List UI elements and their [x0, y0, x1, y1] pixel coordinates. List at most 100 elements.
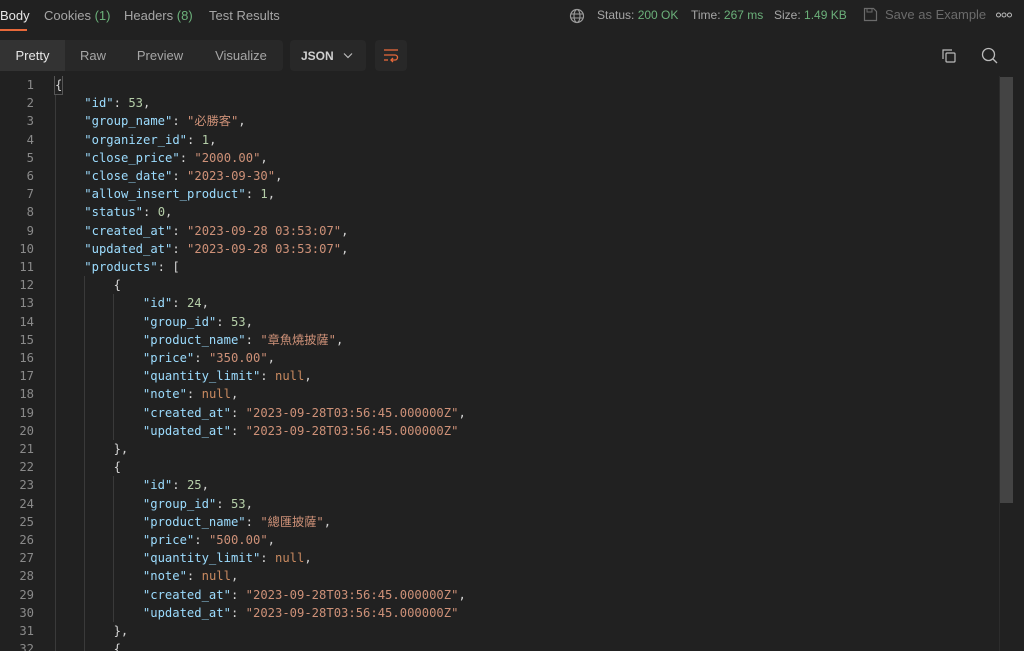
- json-string: "2023-09-28T03:56:45.000000Z": [245, 605, 459, 620]
- json-key: "price": [142, 351, 195, 365]
- json-key: "note": [142, 569, 187, 584]
- json-key: "price": [142, 533, 195, 547]
- view-raw[interactable]: Raw: [65, 40, 121, 71]
- line-number: 19: [19, 405, 34, 420]
- globe-icon[interactable]: [569, 8, 585, 24]
- view-preview[interactable]: Preview: [121, 40, 199, 71]
- code-line: 31},: [0, 622, 995, 640]
- json-punct: :: [194, 351, 209, 365]
- json-string: "2023-09-28T03:56:45.000000Z": [245, 587, 459, 602]
- json-punct: ,: [335, 332, 344, 347]
- line-number: 24: [19, 496, 34, 511]
- json-punct: ,: [267, 351, 275, 365]
- line-number: 29: [19, 587, 34, 602]
- scrollbar-thumb[interactable]: [1000, 77, 1013, 503]
- json-number: 0: [157, 205, 166, 220]
- json-string: "2023-09-28T03:56:45.000000Z": [245, 405, 459, 420]
- json-punct: :: [245, 332, 261, 347]
- json-string: "章魚燒披薩": [260, 332, 336, 347]
- line-text: "note": null,: [143, 567, 238, 585]
- json-punct: ,: [458, 405, 466, 420]
- json-number: 1: [201, 132, 210, 147]
- json-key: "created_at": [84, 223, 173, 238]
- json-punct: :: [230, 605, 246, 620]
- json-key: "products": [84, 260, 158, 274]
- line-number: 5: [26, 150, 34, 165]
- copy-icon[interactable]: [941, 48, 957, 64]
- json-key: "updated_at": [142, 423, 231, 438]
- json-punct: ,: [201, 478, 209, 493]
- tab-headers[interactable]: Headers (8): [124, 8, 193, 23]
- json-key: "created_at": [142, 405, 231, 420]
- status-label: Status:: [597, 8, 635, 22]
- search-icon[interactable]: [981, 47, 998, 64]
- code-line: 21},: [0, 440, 995, 458]
- response-body-editor[interactable]: 1{2 "id": 53, 3 "group_name": "必勝客", 4 "organ…: [0, 76, 995, 651]
- line-number: 9: [26, 223, 34, 238]
- tab-test-results[interactable]: Test Results: [209, 8, 280, 23]
- line-number: 4: [26, 132, 34, 147]
- json-key: "product_name": [142, 332, 246, 347]
- line-text: "quantity_limit": null,: [143, 367, 312, 385]
- json-punct: ,: [267, 187, 276, 202]
- line-text: "quantity_limit": null,: [143, 549, 312, 567]
- json-string: "2023-09-28 03:53:07": [187, 241, 342, 256]
- line-text: "status": 0,: [84, 203, 172, 221]
- line-text: "updated_at": "2023-09-28 03:53:07",: [84, 240, 348, 258]
- wrap-lines-button[interactable]: [375, 40, 407, 71]
- line-text: },: [114, 622, 129, 640]
- tab-cookies[interactable]: Cookies (1): [44, 8, 110, 23]
- json-punct: :: [179, 150, 195, 165]
- code-line: 26 "price": "500.00",: [0, 531, 995, 549]
- view-pretty[interactable]: Pretty: [0, 40, 65, 71]
- view-mode-selector: Pretty Raw Preview Visualize: [0, 40, 283, 71]
- line-text: "updated_at": "2023-09-28T03:56:45.00000…: [143, 422, 459, 440]
- json-punct: ,: [458, 587, 466, 602]
- json-punct: :: [245, 514, 261, 529]
- tab-label: Headers: [124, 8, 174, 23]
- json-punct: :: [172, 223, 188, 238]
- more-icon[interactable]: [996, 12, 1012, 18]
- json-punct: :: [230, 587, 246, 602]
- code-line: 15 "product_name": "章魚燒披薩",: [0, 331, 995, 349]
- json-punct: },: [113, 624, 129, 638]
- line-number: 11: [19, 260, 34, 274]
- line-number: 21: [19, 442, 34, 456]
- json-punct: ,: [275, 169, 283, 183]
- active-tab-indicator: [0, 29, 27, 31]
- line-text: "organizer_id": 1,: [84, 131, 216, 149]
- wrap-icon: [384, 49, 399, 63]
- save-as-example-button[interactable]: Save as Example: [885, 7, 986, 22]
- json-key: "created_at": [142, 587, 231, 602]
- view-visualize[interactable]: Visualize: [199, 40, 283, 71]
- json-punct: :: [172, 478, 187, 493]
- line-text: "id": 53,: [84, 94, 150, 112]
- json-string: "2023-09-30": [187, 169, 276, 183]
- json-key: "group_id": [142, 496, 217, 511]
- json-key: "id": [142, 296, 173, 311]
- tab-body[interactable]: Body: [0, 8, 30, 23]
- json-punct: ,: [209, 132, 217, 147]
- json-key: "note": [142, 387, 187, 402]
- chevron-down-icon: [343, 53, 353, 59]
- json-punct: : [: [157, 260, 180, 274]
- line-text: "created_at": "2023-09-28T03:56:45.00000…: [143, 586, 466, 604]
- json-punct: {: [113, 278, 121, 293]
- line-number: 25: [19, 514, 34, 529]
- code-line: 25 "product_name": "總匯披薩",: [0, 513, 995, 531]
- json-punct: ,: [230, 387, 239, 402]
- json-punct: {: [113, 642, 121, 651]
- format-dropdown[interactable]: JSON: [290, 40, 366, 71]
- json-string: "總匯披薩": [260, 514, 324, 529]
- line-number: 17: [19, 369, 34, 384]
- line-text: "created_at": "2023-09-28T03:56:45.00000…: [143, 404, 466, 422]
- line-text: "products": [: [84, 258, 179, 276]
- json-key: "id": [142, 478, 173, 493]
- json-null: null: [274, 551, 305, 566]
- code-line: 14 "group_id": 53,: [0, 313, 995, 331]
- line-number: 3: [26, 114, 34, 129]
- line-text: "close_date": "2023-09-30",: [84, 167, 282, 185]
- json-string: "2000.00": [194, 150, 261, 165]
- line-text: {: [114, 640, 121, 651]
- line-number: 14: [19, 314, 34, 329]
